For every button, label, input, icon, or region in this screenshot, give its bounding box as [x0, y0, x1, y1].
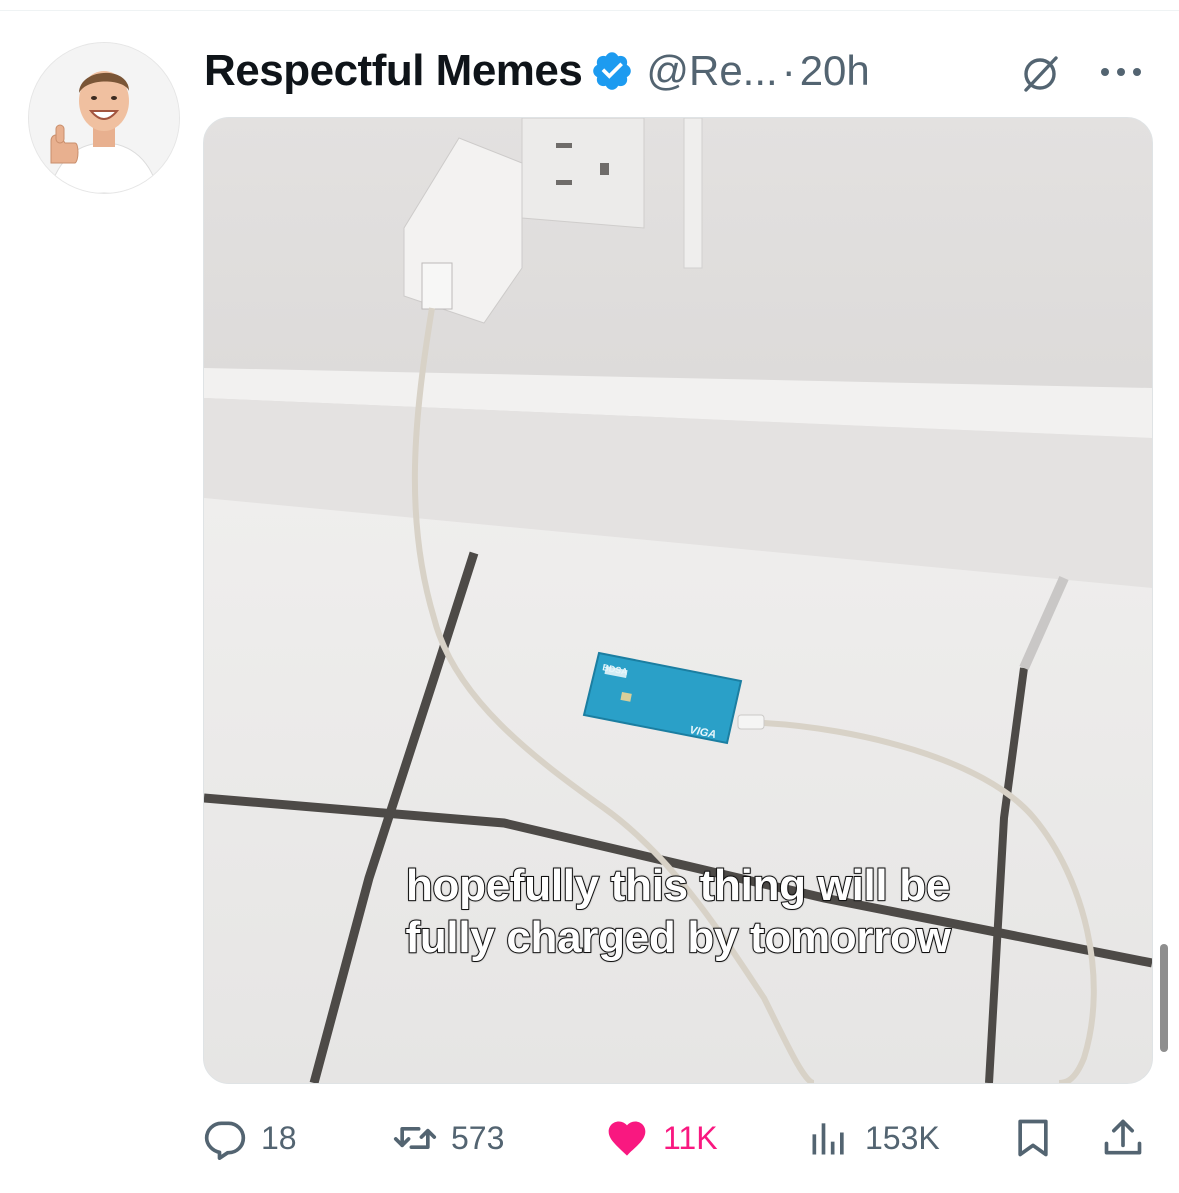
reply-count: 18 — [261, 1119, 297, 1156]
like-count: 11K — [663, 1119, 718, 1156]
media-caption-line-2: fully charged by tomorrow — [404, 912, 951, 963]
reply-button[interactable]: 18 — [203, 1112, 297, 1164]
views-count: 153K — [865, 1119, 940, 1156]
post-actions: 18 573 11K 153K — [203, 1112, 1148, 1164]
like-icon — [608, 1121, 646, 1156]
reply-icon — [204, 1121, 246, 1160]
avatar[interactable] — [28, 42, 180, 194]
views-icon — [812, 1123, 844, 1155]
share-icon[interactable] — [1101, 1116, 1145, 1160]
avatar-image — [29, 43, 179, 193]
separator-dot: · — [781, 47, 796, 94]
verified-badge-icon[interactable] — [590, 49, 634, 93]
display-name[interactable]: Respectful Memes — [204, 46, 583, 96]
like-button[interactable]: 11K — [605, 1112, 718, 1164]
repost-icon — [393, 1127, 437, 1149]
repost-count: 573 — [451, 1119, 505, 1156]
media-caption-line-1: hopefully this thing will be — [405, 860, 951, 911]
post-media[interactable]: VIGA BDSA hopefully this thing will be f… — [203, 117, 1153, 1084]
repost-button[interactable]: 573 — [393, 1112, 504, 1164]
timestamp[interactable]: 20h — [800, 47, 870, 95]
top-divider — [0, 0, 1179, 11]
grok-icon[interactable] — [1018, 52, 1062, 96]
views-button[interactable]: 153K — [807, 1112, 940, 1164]
bookmark-icon[interactable] — [1011, 1116, 1055, 1160]
handle[interactable]: @Re... — [646, 47, 777, 95]
post-header: Respectful Memes @Re... · 20h — [204, 42, 870, 100]
more-icon[interactable] — [1098, 64, 1144, 80]
scrollbar[interactable] — [1160, 944, 1168, 1052]
